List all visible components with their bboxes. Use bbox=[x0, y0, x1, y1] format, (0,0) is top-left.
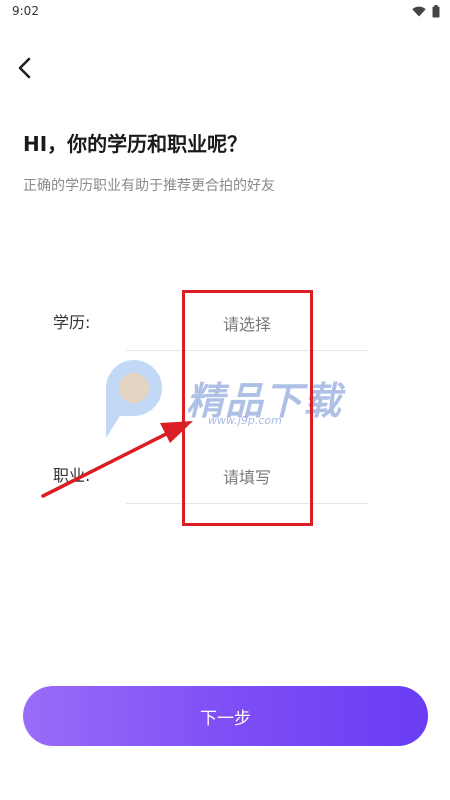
status-bar: 9:02 bbox=[0, 0, 450, 22]
education-row: 学历: 请选择 bbox=[0, 295, 450, 351]
battery-icon bbox=[432, 4, 440, 17]
watermark-logo-icon bbox=[106, 360, 162, 438]
back-button[interactable] bbox=[10, 52, 40, 84]
occupation-input[interactable]: 请填写 bbox=[126, 448, 368, 504]
occupation-row: 职业: 请填写 bbox=[0, 448, 450, 504]
wifi-icon bbox=[412, 6, 426, 16]
next-button[interactable]: 下一步 bbox=[23, 686, 428, 746]
watermark: 精品下载 www.j9p.com bbox=[98, 358, 358, 448]
chevron-left-icon bbox=[18, 57, 31, 79]
page-title: HI，你的学历和职业呢？ bbox=[23, 132, 248, 156]
occupation-label: 职业: bbox=[53, 466, 91, 485]
page-subtitle: 正确的学历职业有助于推荐更合拍的好友 bbox=[23, 178, 275, 194]
status-icons bbox=[412, 4, 440, 18]
education-select[interactable]: 请选择 bbox=[126, 295, 368, 351]
watermark-url: www.j9p.com bbox=[208, 414, 282, 427]
status-time: 9:02 bbox=[12, 4, 39, 18]
education-label: 学历: bbox=[53, 313, 91, 332]
annotation-arrow-icon bbox=[41, 421, 193, 498]
watermark-brand: 精品下载 bbox=[186, 379, 343, 423]
